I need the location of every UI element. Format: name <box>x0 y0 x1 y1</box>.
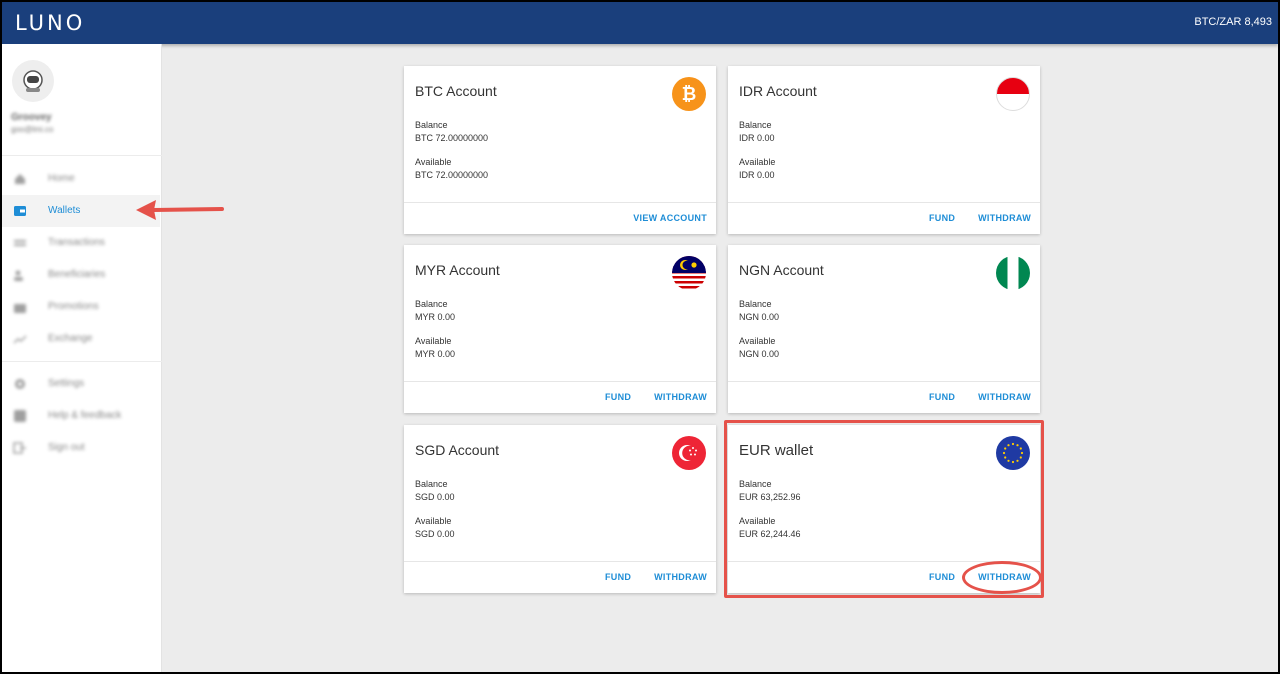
home-icon <box>15 174 25 184</box>
available-value: MYR 0.00 <box>415 349 456 359</box>
sidebar-item-beneficiaries[interactable]: Beneficiaries <box>2 259 160 291</box>
card-title: SGD Account <box>415 442 500 458</box>
fund-button[interactable]: FUND <box>929 392 955 402</box>
account-card-btc: BTC Account ₿ Balance BTC 72.00000000 Av… <box>404 66 716 234</box>
withdraw-button[interactable]: WITHDRAW <box>654 392 707 402</box>
nigeria-flag-icon <box>996 256 1030 290</box>
card-divider <box>404 202 716 203</box>
card-title: BTC Account <box>415 83 497 99</box>
balance-value: MYR 0.00 <box>415 312 456 322</box>
malaysia-flag-icon <box>672 256 706 290</box>
wallet-icon <box>14 206 26 216</box>
sidebar-item-label: Sign out <box>48 442 85 453</box>
user-name: Groovey <box>11 112 52 123</box>
avatar[interactable] <box>12 60 54 102</box>
available-value: SGD 0.00 <box>415 529 455 539</box>
withdraw-button[interactable]: WITHDRAW <box>978 213 1031 223</box>
available-label: Available <box>739 336 776 346</box>
account-card-sgd: SGD Account Balance SGD 0.00 Available S… <box>404 425 716 593</box>
sidebar-item-sign-out[interactable]: Sign out <box>2 432 160 464</box>
card-title: NGN Account <box>739 262 824 278</box>
fund-button[interactable]: FUND <box>605 392 631 402</box>
card-divider <box>404 381 716 382</box>
sidebar-item-exchange[interactable]: Exchange <box>2 323 160 355</box>
sidebar-divider <box>2 155 162 156</box>
sidebar-item-label: Exchange <box>48 333 93 344</box>
sidebar-item-label: Help & feedback <box>48 410 122 421</box>
balance-label: Balance <box>415 479 448 489</box>
app-window: LUNO BTC/ZAR 8,493 Groovey goo@lmi.co Ho… <box>2 2 1278 672</box>
card-divider <box>728 381 1040 382</box>
price-ticker: BTC/ZAR 8,493 <box>1194 16 1272 28</box>
singapore-flag-icon <box>672 436 706 470</box>
user-email: goo@lmi.co <box>11 125 54 134</box>
balance-value: IDR 0.00 <box>739 133 775 143</box>
balance-label: Balance <box>739 299 772 309</box>
transactions-icon <box>14 240 26 246</box>
bitcoin-icon: ₿ <box>672 77 706 111</box>
sidebar-item-transactions[interactable]: Transactions <box>2 227 160 259</box>
annotation-highlight-oval <box>962 561 1042 594</box>
view-account-button[interactable]: VIEW ACCOUNT <box>633 213 707 223</box>
gear-icon <box>15 379 25 389</box>
balance-value: NGN 0.00 <box>739 312 780 322</box>
available-label: Available <box>739 157 776 167</box>
indonesia-flag-icon <box>996 77 1030 111</box>
exchange-icon <box>13 335 27 344</box>
svg-text:₿: ₿ <box>682 84 697 104</box>
sidebar-item-label: Settings <box>48 378 85 389</box>
promotions-icon <box>14 304 26 313</box>
sidebar-item-label: Home <box>48 173 75 184</box>
available-value: IDR 0.00 <box>739 170 775 180</box>
help-icon <box>14 410 26 422</box>
sidebar-divider <box>2 361 162 362</box>
fund-button[interactable]: FUND <box>605 572 631 582</box>
balance-label: Balance <box>415 299 448 309</box>
balance-label: Balance <box>415 120 448 130</box>
beneficiaries-icon <box>14 270 23 281</box>
balance-value: SGD 0.00 <box>415 492 455 502</box>
sidebar-item-label: Wallets <box>48 205 81 216</box>
card-title: MYR Account <box>415 262 500 278</box>
astronaut-icon <box>23 70 43 92</box>
fund-button[interactable]: FUND <box>929 213 955 223</box>
withdraw-button[interactable]: WITHDRAW <box>654 572 707 582</box>
withdraw-button[interactable]: WITHDRAW <box>978 392 1031 402</box>
sidebar-item-label: Promotions <box>48 301 99 312</box>
balance-value: BTC 72.00000000 <box>415 133 489 143</box>
sidebar-item-home[interactable]: Home <box>2 163 160 195</box>
account-card-idr: IDR Account Balance IDR 0.00 Available I… <box>728 66 1040 234</box>
available-label: Available <box>415 157 452 167</box>
luno-logo[interactable]: LUNO <box>15 11 85 35</box>
card-title: IDR Account <box>739 83 817 99</box>
sign-out-icon <box>13 442 26 454</box>
available-label: Available <box>415 336 452 346</box>
sidebar-item-help[interactable]: Help & feedback <box>2 400 160 432</box>
sidebar-item-label: Transactions <box>48 237 105 248</box>
annotation-arrow <box>136 200 224 220</box>
sidebar: Groovey goo@lmi.co Home Wallets Transact… <box>2 44 162 672</box>
account-card-myr: MYR Account Balance MYR 0.00 Available M… <box>404 245 716 413</box>
available-value: BTC 72.00000000 <box>415 170 489 180</box>
sidebar-item-promotions[interactable]: Promotions <box>2 291 160 323</box>
top-bar: LUNO BTC/ZAR 8,493 <box>2 2 1278 44</box>
balance-label: Balance <box>739 120 772 130</box>
account-card-ngn: NGN Account Balance NGN 0.00 Available N… <box>728 245 1040 413</box>
sidebar-item-settings[interactable]: Settings <box>2 368 160 400</box>
card-divider <box>728 202 1040 203</box>
sidebar-item-label: Beneficiaries <box>48 269 106 280</box>
available-value: NGN 0.00 <box>739 349 780 359</box>
available-label: Available <box>415 516 452 526</box>
card-divider <box>404 561 716 562</box>
